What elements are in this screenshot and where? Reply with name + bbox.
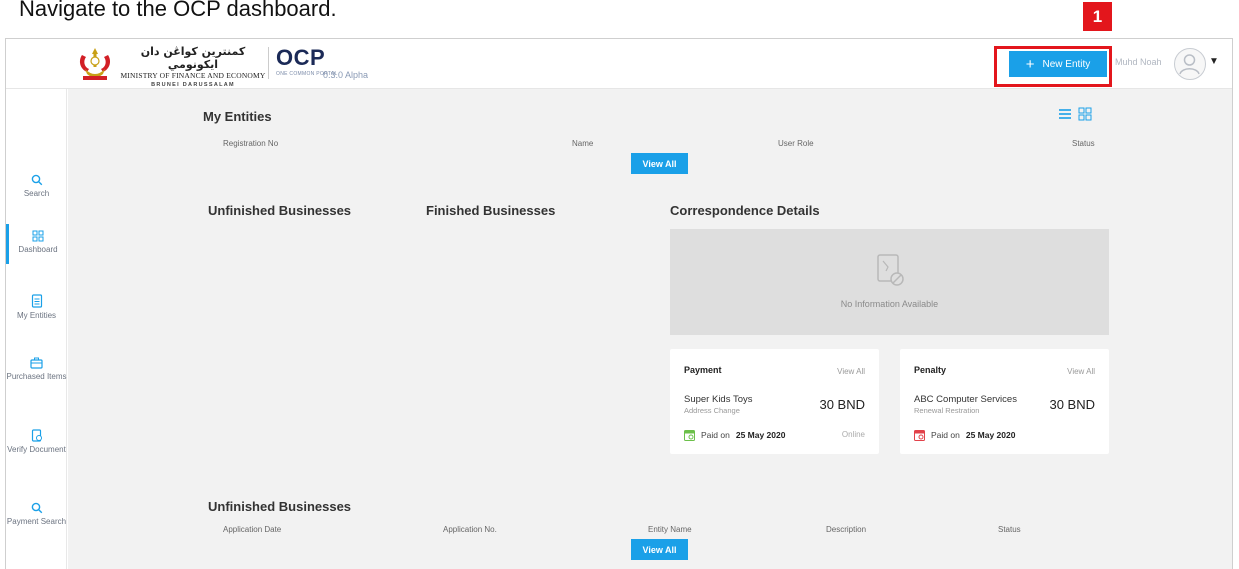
correspondence-details-title: Correspondence Details — [670, 203, 820, 218]
no-information-text: No Information Available — [840, 299, 939, 309]
ministry-name: کمنترين کواڠن دان ايکونومي MINISTRY OF F… — [119, 45, 267, 88]
penalty-view-all-link[interactable]: View All — [1067, 367, 1095, 376]
search-icon — [31, 174, 42, 186]
ministry-country: BRUNEI DARUSSALAM — [151, 82, 235, 88]
my-entities-view-all-button[interactable]: View All — [631, 153, 688, 174]
column-header-user-role: User Role — [778, 139, 814, 148]
penalty-card: Penalty View All ABC Computer Services R… — [900, 349, 1109, 454]
app-logo: OCP — [276, 45, 326, 70]
screen: Navigate to the OCP dashboard. 1 کمنترين… — [0, 0, 1239, 569]
penalty-amount: 30 BND — [1049, 397, 1095, 412]
verify-document-icon — [31, 429, 42, 442]
column-header-registration-no: Registration No — [223, 139, 279, 148]
paid-on-label: Paid on — [701, 430, 730, 440]
payment-paid-info: Paid on 25 May 2020 — [684, 429, 785, 441]
list-view-icon[interactable] — [1058, 107, 1072, 121]
sidebar-item-label: Purchased Items — [6, 372, 67, 381]
ministry-name-english: MINISTRY OF FINANCE AND ECONOMY — [120, 71, 266, 80]
payment-item-name: Super Kids Toys — [684, 394, 753, 405]
sidebar-item-label: Search — [23, 189, 50, 198]
correspondence-empty-panel: No Information Available — [670, 229, 1109, 335]
column-header-application-date: Application Date — [223, 525, 282, 534]
callout-highlight-box — [994, 46, 1112, 87]
search-icon — [31, 502, 42, 514]
sidebar-item-verify-document[interactable]: Verify Document — [6, 429, 67, 455]
unfinished-view-all-button[interactable]: View All — [631, 539, 688, 560]
unfinished-businesses-table-title: Unfinished Businesses — [208, 499, 352, 514]
penalty-item-name: ABC Computer Services — [914, 394, 1017, 405]
dashboard-icon — [32, 230, 44, 242]
sidebar-item-my-entities[interactable]: My Entities — [6, 294, 67, 321]
sidebar: Search Dashboard My Entities Purchased I… — [6, 89, 67, 569]
user-menu-chevron-down-icon[interactable]: ▼ — [1209, 56, 1219, 67]
finished-businesses-title: Finished Businesses — [426, 203, 556, 218]
header-divider — [268, 47, 269, 79]
user-name: Muhd Noah — [1115, 57, 1162, 67]
sidebar-item-payment-search[interactable]: Payment Search — [6, 502, 67, 527]
column-header-application-no: Application No. — [443, 525, 497, 534]
dashboard-main: My Entities Registration No Name User Ro… — [68, 89, 1232, 569]
payment-item-description: Address Change — [684, 406, 740, 415]
column-header-description: Description — [826, 525, 867, 534]
sidebar-item-label: Verify Document — [7, 445, 66, 454]
penalty-item-description: Renewal Restration — [914, 406, 980, 415]
sidebar-item-dashboard[interactable]: Dashboard — [6, 224, 67, 264]
calendar-icon — [914, 430, 925, 441]
paid-on-label: Paid on — [931, 430, 960, 440]
sidebar-item-search[interactable]: Search — [6, 174, 67, 199]
calendar-icon — [684, 430, 695, 441]
app-version: 0.3.0 Alpha — [323, 70, 369, 80]
payment-card-title: Payment — [684, 365, 722, 375]
instruction-text: Navigate to the OCP dashboard. — [19, 0, 337, 21]
column-header-status: Status — [998, 525, 1021, 534]
column-header-name: Name — [572, 139, 594, 148]
sidebar-item-purchased-items[interactable]: Purchased Items — [6, 357, 67, 382]
payment-method: Online — [841, 430, 865, 439]
user-icon — [1179, 54, 1200, 75]
sidebar-item-label: Dashboard — [18, 245, 58, 254]
grid-view-icon[interactable] — [1078, 107, 1092, 121]
callout-number-badge: 1 — [1083, 2, 1112, 31]
my-entities-title: My Entities — [203, 109, 272, 124]
column-header-status: Status — [1072, 139, 1095, 148]
column-header-entity-name: Entity Name — [648, 525, 692, 534]
paid-date: 25 May 2020 — [965, 430, 1016, 440]
ministry-name-arabic: کمنترين کواڠن دان ايکونومي — [140, 45, 246, 71]
payment-amount: 30 BND — [819, 397, 865, 412]
user-avatar[interactable] — [1174, 48, 1206, 80]
penalty-card-title: Penalty — [914, 365, 947, 375]
brunei-crest-logo — [79, 48, 111, 80]
app-window: کمنترين کواڠن دان ايکونومي MINISTRY OF F… — [5, 38, 1233, 569]
no-information-icon — [877, 254, 904, 286]
payment-card: Payment View All Super Kids Toys Address… — [670, 349, 879, 454]
document-icon — [31, 294, 42, 308]
sidebar-item-label: My Entities — [16, 311, 57, 320]
sidebar-item-label: Payment Search — [6, 517, 67, 526]
penalty-paid-info: Paid on 25 May 2020 — [914, 429, 1015, 441]
briefcase-icon — [30, 357, 43, 369]
payment-view-all-link[interactable]: View All — [837, 367, 865, 376]
paid-date: 25 May 2020 — [735, 430, 786, 440]
unfinished-businesses-title: Unfinished Businesses — [208, 203, 352, 218]
